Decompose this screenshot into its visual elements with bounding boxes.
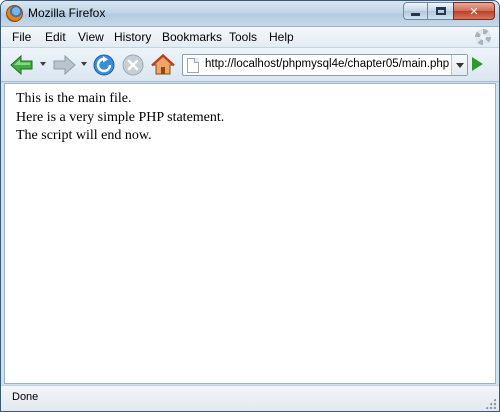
forward-button[interactable] (51, 53, 77, 77)
address-history-dropdown[interactable] (451, 55, 467, 75)
menu-file[interactable]: File (10, 29, 33, 45)
status-text: Done (12, 391, 39, 403)
forward-arrow-icon (53, 54, 76, 76)
home-button[interactable] (150, 53, 176, 77)
menu-help[interactable]: Help (267, 29, 296, 45)
address-bar[interactable]: http://localhost/phpmysql4e/chapter05/ma… (182, 54, 468, 76)
content-line: Here is a very simple PHP statement. (16, 109, 225, 125)
minimize-button[interactable] (403, 2, 428, 20)
stop-icon (122, 54, 144, 76)
firefox-logo-icon (6, 5, 23, 22)
title-bar: Mozilla Firefox ✕ (1, 1, 499, 27)
window-title: Mozilla Firefox (28, 6, 106, 20)
forward-history-dropdown[interactable] (81, 62, 87, 66)
resize-grip-icon[interactable] (485, 398, 496, 409)
go-arrow-icon[interactable] (472, 57, 483, 71)
close-button[interactable]: ✕ (453, 2, 495, 20)
activity-throbber-icon (475, 29, 491, 45)
close-icon: ✕ (469, 4, 479, 18)
navigation-toolbar: http://localhost/phpmysql4e/chapter05/ma… (1, 48, 499, 82)
stop-button[interactable] (120, 53, 146, 77)
reload-icon (93, 54, 115, 76)
browser-window: Mozilla Firefox ✕ File Edit View History… (0, 0, 500, 412)
status-bar: Done (1, 385, 499, 411)
back-history-dropdown[interactable] (40, 62, 46, 66)
menu-edit[interactable]: Edit (43, 29, 68, 45)
menu-history[interactable]: History (112, 29, 153, 45)
page-icon (187, 58, 199, 73)
reload-button[interactable] (91, 53, 117, 77)
content-line: This is the main file. (16, 91, 132, 106)
page-content: This is the main file. Here is a very si… (4, 83, 496, 384)
home-icon (151, 53, 175, 75)
minimize-icon (411, 12, 420, 16)
content-line: The script will end now. (16, 128, 152, 143)
menu-tools[interactable]: Tools (227, 29, 259, 45)
maximize-icon (435, 7, 446, 15)
menu-view[interactable]: View (76, 29, 106, 45)
window-controls: ✕ (403, 2, 495, 21)
menu-bookmarks[interactable]: Bookmarks (160, 29, 224, 45)
maximize-button[interactable] (428, 2, 453, 20)
address-bar-url[interactable]: http://localhost/phpmysql4e/chapter05/ma… (205, 58, 449, 70)
menu-bar: File Edit View History Bookmarks Tools H… (1, 27, 499, 48)
back-button[interactable] (9, 53, 35, 77)
back-arrow-icon (10, 54, 33, 76)
